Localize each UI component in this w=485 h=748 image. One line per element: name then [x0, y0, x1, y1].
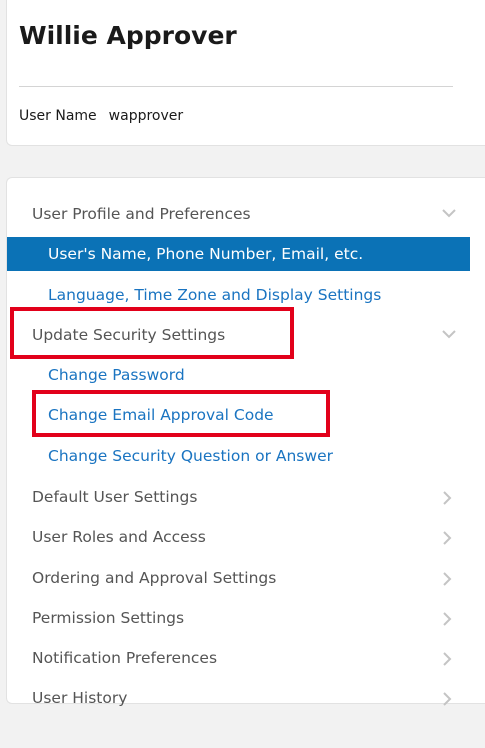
- menu-item-label: Change Email Approval Code: [48, 406, 274, 424]
- chevron-right-icon: [440, 480, 458, 514]
- username-row: User Name wapprover: [19, 108, 183, 124]
- menu-section-label: User Roles and Access: [32, 528, 206, 546]
- chevron-right-icon: [440, 601, 458, 635]
- menu-section-label: User History: [32, 689, 128, 707]
- menu-section-label: Update Security Settings: [32, 326, 226, 344]
- menu-item-name-phone-email[interactable]: User's Name, Phone Number, Email, etc.: [7, 237, 470, 271]
- chevron-right-icon: [440, 520, 458, 554]
- menu-item-label: Change Security Question or Answer: [48, 447, 333, 465]
- menu-section-label: User Profile and Preferences: [32, 205, 251, 223]
- chevron-down-icon: [440, 197, 458, 231]
- menu-section-user-history[interactable]: User History: [7, 681, 470, 715]
- divider: [19, 86, 453, 87]
- menu-item-change-email-approval-code[interactable]: Change Email Approval Code: [7, 398, 470, 432]
- menu-item-label: User's Name, Phone Number, Email, etc.: [48, 245, 364, 263]
- menu-section-label: Ordering and Approval Settings: [32, 569, 277, 587]
- chevron-down-icon: [440, 318, 458, 352]
- menu-item-change-password[interactable]: Change Password: [7, 358, 470, 392]
- menu-section-label: Permission Settings: [32, 609, 185, 627]
- user-profile-card: Willie Approver User Name wapprover: [6, 0, 485, 146]
- menu-section-update-security[interactable]: Update Security Settings: [7, 318, 470, 352]
- menu-section-ordering-approval[interactable]: Ordering and Approval Settings: [7, 561, 470, 595]
- menu-section-label: Notification Preferences: [32, 649, 218, 667]
- menu-section-user-roles[interactable]: User Roles and Access: [7, 520, 470, 554]
- menu-section-label: Default User Settings: [32, 488, 198, 506]
- chevron-right-icon: [440, 561, 458, 595]
- username-label: User Name: [19, 108, 97, 124]
- chevron-right-icon: [440, 681, 458, 715]
- menu-section-user-profile[interactable]: User Profile and Preferences: [7, 197, 470, 231]
- menu-item-language-timezone[interactable]: Language, Time Zone and Display Settings: [7, 278, 470, 312]
- menu-section-default-user-settings[interactable]: Default User Settings: [7, 480, 470, 514]
- menu-item-change-security-question[interactable]: Change Security Question or Answer: [7, 439, 470, 473]
- menu-section-notification-preferences[interactable]: Notification Preferences: [7, 641, 470, 675]
- chevron-right-icon: [440, 641, 458, 675]
- menu-section-permission-settings[interactable]: Permission Settings: [7, 601, 470, 635]
- username-value: wapprover: [108, 108, 184, 124]
- settings-menu: User Profile and Preferences User's Name…: [6, 177, 485, 707]
- menu-item-label: Language, Time Zone and Display Settings: [48, 286, 382, 304]
- menu-item-label: Change Password: [48, 366, 185, 384]
- user-full-name: Willie Approver: [19, 21, 237, 50]
